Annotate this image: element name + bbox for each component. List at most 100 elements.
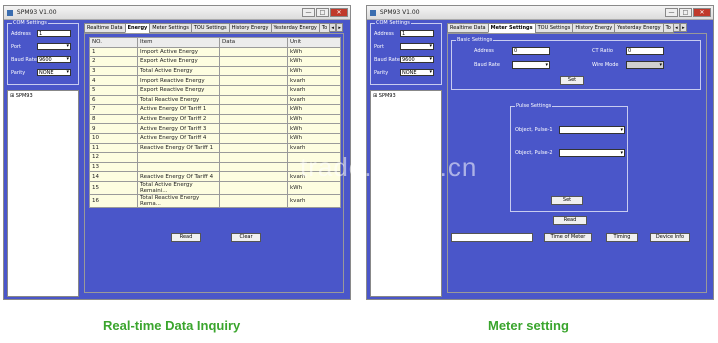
meter-settings-panel: Basic Settings Address 0 CT Ratio 0 Baud… xyxy=(447,33,707,293)
port-label: Port xyxy=(11,43,21,50)
pulse-set-button[interactable]: Set xyxy=(551,196,583,205)
tree-item-label: SPM93 xyxy=(378,93,396,99)
cell-item: Reactive Energy Of Tariff 1 xyxy=(137,142,220,154)
cell-unit: kWh xyxy=(287,113,341,125)
wire-mode-label: Wire Mode xyxy=(592,62,619,68)
basic-baud-rate-label: Baud Rate xyxy=(474,62,500,68)
port-select[interactable] xyxy=(400,43,434,50)
table-row[interactable]: 2 Export Active Energy kWh xyxy=(89,56,341,67)
com-settings-group: COM Settings Address 1 Port Baud Rate9600… xyxy=(7,20,79,85)
table-row[interactable]: 6 Total Reactive Energy kvarh xyxy=(89,94,341,106)
tree-item-label: SPM93 xyxy=(15,93,33,99)
cell-item: Import Reactive Energy xyxy=(137,75,220,86)
pulse-2-select[interactable] xyxy=(559,149,625,157)
maximize-button[interactable]: □ xyxy=(316,8,329,17)
tab-scroll-left-icon[interactable]: ◂ xyxy=(329,23,337,32)
table-row[interactable]: 4 Import Reactive Energy kvarh xyxy=(89,75,341,86)
cell-item: Import Active Energy xyxy=(137,46,220,58)
cell-unit: kWh xyxy=(287,104,341,115)
read-button[interactable]: Read xyxy=(553,216,587,225)
tab-realtime-data[interactable]: Realtime Data xyxy=(84,23,126,33)
table-row[interactable]: 15 Total Active Energy Remaini... kWh xyxy=(89,180,341,195)
minimize-button[interactable]: — xyxy=(302,8,315,17)
basic-settings-group: Basic Settings Address 0 CT Ratio 0 Baud… xyxy=(451,37,701,90)
table-row[interactable]: 16 Total Reactive Energy Rema... kvarh xyxy=(89,193,341,208)
column-header-data: Data xyxy=(219,37,288,48)
app-icon xyxy=(7,9,13,16)
tree-item-spm93[interactable]: ⊞ SPM93 xyxy=(373,93,396,99)
cell-data xyxy=(219,75,288,86)
cell-item: Total Reactive Energy xyxy=(137,94,220,106)
basic-address-input[interactable]: 0 xyxy=(512,47,550,55)
table-row[interactable]: 7 Active Energy Of Tariff 1 kWh xyxy=(89,104,341,115)
cell-unit: kWh xyxy=(287,123,341,134)
tab-history-energy[interactable]: History Energy xyxy=(572,23,616,33)
cell-no: 13 xyxy=(89,161,138,173)
table-row[interactable]: 10 Active Energy Of Tariff 4 kWh xyxy=(89,132,341,144)
clear-button[interactable]: Clear xyxy=(231,233,261,242)
cell-no: 5 xyxy=(89,84,138,96)
maximize-button[interactable]: □ xyxy=(679,8,692,17)
pulse-1-select[interactable] xyxy=(559,126,625,134)
tab-tou-settings[interactable]: TOU Settings xyxy=(190,23,230,33)
cell-item: Active Energy Of Tariff 1 xyxy=(137,104,220,115)
port-select[interactable] xyxy=(37,43,71,50)
tab-energy[interactable]: Energy xyxy=(124,23,151,33)
minimize-button[interactable]: — xyxy=(665,8,678,17)
device-info-button[interactable]: Device Info xyxy=(650,233,690,242)
basic-baud-rate-select[interactable] xyxy=(512,61,550,69)
pulse-settings-legend: Pulse Settings xyxy=(515,103,553,109)
cell-unit: kvarh xyxy=(287,94,341,106)
tab-scroll-right-icon[interactable]: ▸ xyxy=(336,23,344,32)
baud-rate-select[interactable]: 9600 xyxy=(37,56,71,63)
tab-meter-settings[interactable]: Meter Settings xyxy=(487,23,536,33)
table-row[interactable]: 8 Active Energy Of Tariff 2 kWh xyxy=(89,113,341,125)
baud-rate-select[interactable]: 9600 xyxy=(400,56,434,63)
cell-data xyxy=(219,65,288,77)
cell-item: Active Energy Of Tariff 3 xyxy=(137,123,220,134)
cell-item xyxy=(137,161,220,173)
caption-left: Real-time Data Inquiry xyxy=(103,318,241,333)
wire-mode-select[interactable] xyxy=(626,61,664,69)
cell-data xyxy=(219,84,288,96)
address-input[interactable]: 1 xyxy=(37,30,71,37)
table-row[interactable]: 1 Import Active Energy kWh xyxy=(89,46,341,58)
address-input[interactable]: 1 xyxy=(400,30,434,37)
cell-no: 6 xyxy=(89,94,138,106)
table-row[interactable]: 5 Export Reactive Energy kvarh xyxy=(89,84,341,96)
ct-ratio-input[interactable]: 0 xyxy=(626,47,664,55)
cell-data xyxy=(219,180,288,195)
read-button[interactable]: Read xyxy=(171,233,201,242)
cell-unit: kvarh xyxy=(287,75,341,86)
device-tree[interactable]: ⊞ SPM93 xyxy=(370,90,442,297)
cell-data xyxy=(219,132,288,144)
cell-no: 15 xyxy=(89,180,138,195)
cell-no: 8 xyxy=(89,113,138,125)
tab-yesterday-energy[interactable]: Yesterday Energy xyxy=(614,23,664,33)
timing-button[interactable]: Timing xyxy=(606,233,638,242)
tab-yesterday-energy[interactable]: Yesterday Energy xyxy=(270,23,320,33)
tab-realtime-data[interactable]: Realtime Data xyxy=(447,23,489,33)
cell-unit: kWh xyxy=(287,56,341,67)
device-tree[interactable]: ⊞ SPM93 xyxy=(7,90,79,297)
window-title: SPM93 V1.00 xyxy=(16,9,57,16)
table-row[interactable]: 3 Total Active Energy kWh xyxy=(89,65,341,77)
tab-tou-settings[interactable]: TOU Settings xyxy=(534,23,574,33)
tab-history-energy[interactable]: History Energy xyxy=(228,23,272,33)
close-button[interactable]: ✕ xyxy=(693,8,711,17)
tab-meter-settings[interactable]: Meter Settings xyxy=(149,23,192,33)
tab-scroll-left-icon[interactable]: ◂ xyxy=(672,23,680,32)
close-button[interactable]: ✕ xyxy=(330,8,348,17)
column-header-unit: Unit xyxy=(287,37,341,48)
table-row[interactable]: 9 Active Energy Of Tariff 3 kWh xyxy=(89,123,341,134)
cell-data xyxy=(219,123,288,134)
basic-set-button[interactable]: Set xyxy=(560,76,584,85)
cell-no: 16 xyxy=(89,193,138,208)
parity-select[interactable]: NONE xyxy=(37,69,71,76)
cell-item: Active Energy Of Tariff 2 xyxy=(137,113,220,125)
parity-select[interactable]: NONE xyxy=(400,69,434,76)
cell-no: 7 xyxy=(89,104,138,115)
tab-scroll-right-icon[interactable]: ▸ xyxy=(679,23,687,32)
tree-item-spm93[interactable]: ⊞ SPM93 xyxy=(10,93,33,99)
time-of-meter-button[interactable]: Time of Meter xyxy=(544,233,592,242)
